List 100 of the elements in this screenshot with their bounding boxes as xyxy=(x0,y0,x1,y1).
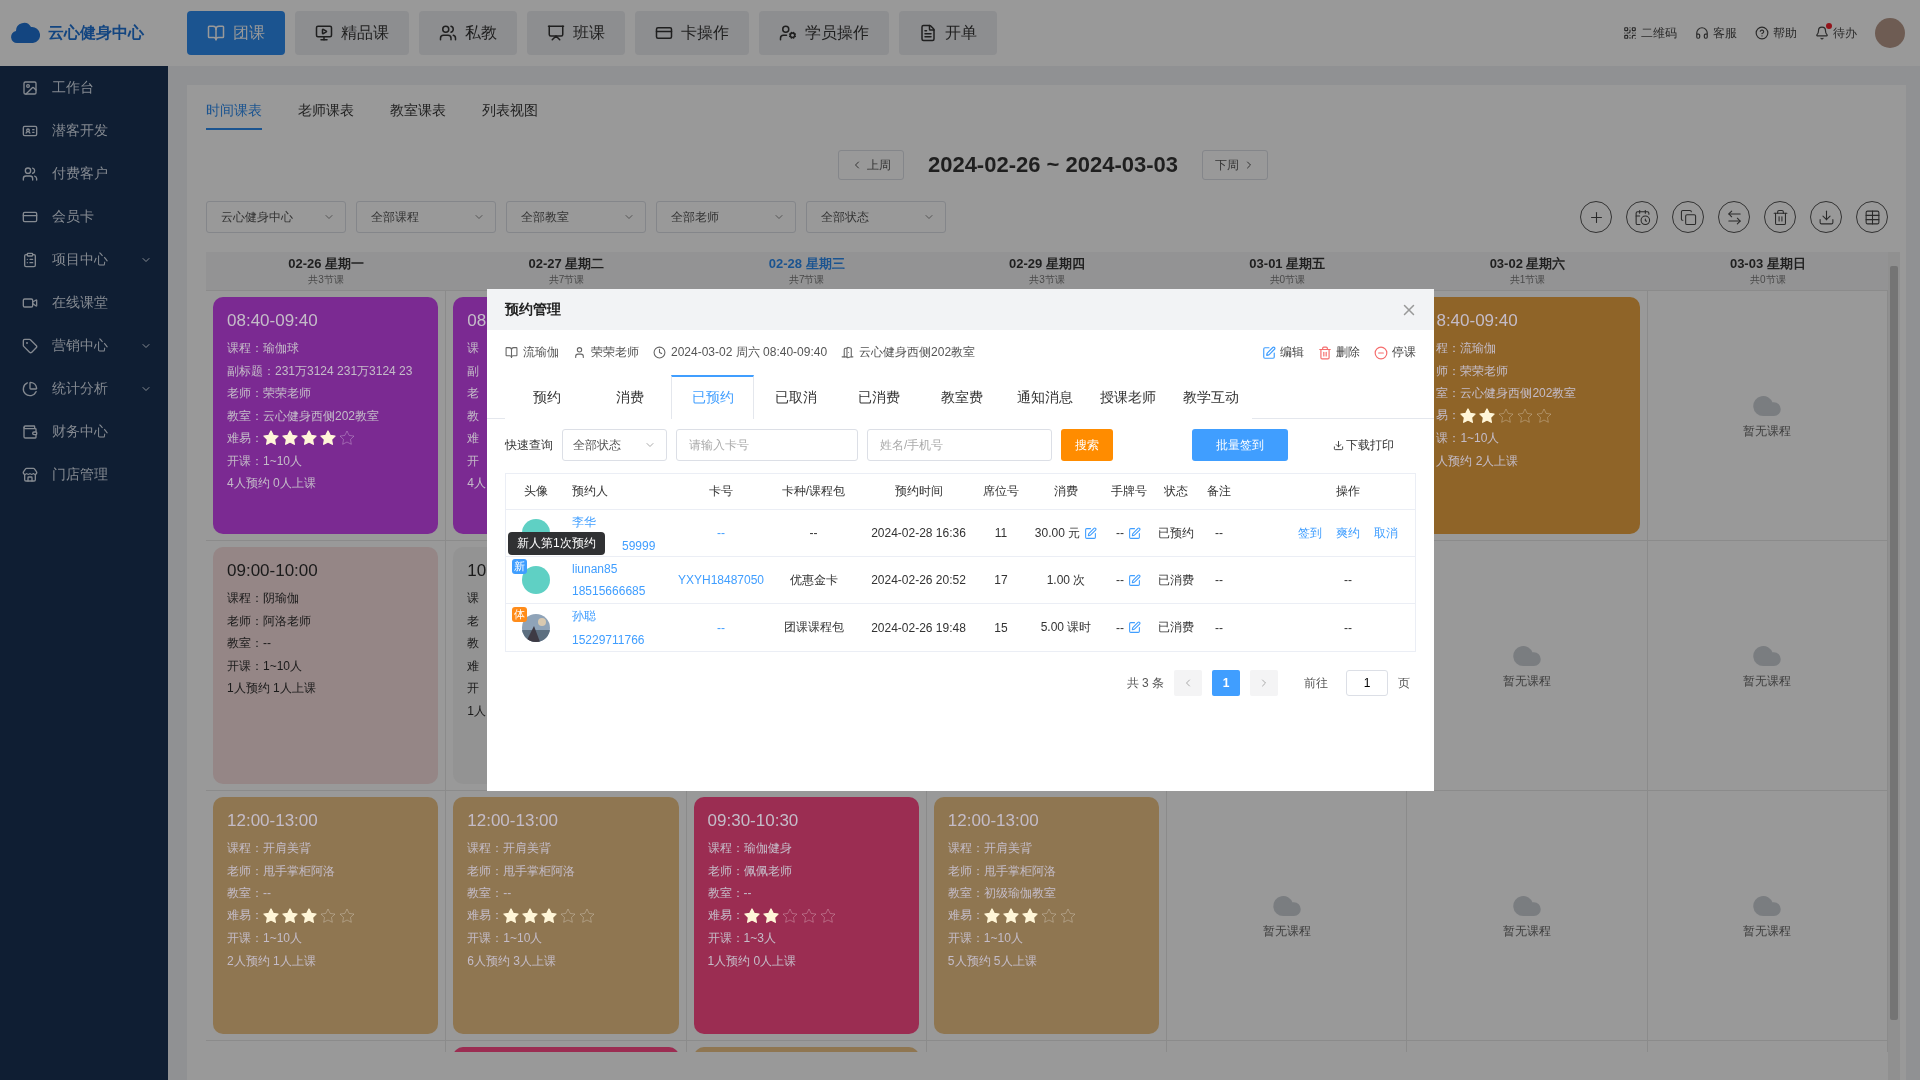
table-header: 席位号 xyxy=(982,483,1020,500)
status-select[interactable]: 全部状态 xyxy=(562,429,667,461)
header-tool-button[interactable]: 帮助 xyxy=(1755,24,1797,42)
table-cell: -- xyxy=(1215,573,1223,587)
member-name[interactable]: 孙聪 xyxy=(572,608,676,625)
view-tab[interactable]: 列表视图 xyxy=(482,102,538,130)
toolbar-button[interactable] xyxy=(1810,201,1842,233)
page-button[interactable]: 1 xyxy=(1212,670,1240,696)
user-avatar[interactable] xyxy=(1875,18,1905,48)
course-time: 08 xyxy=(467,311,487,331)
course-time: 09:30-10:30 xyxy=(707,811,799,831)
course-card[interactable]: 09:00-10:00 课程：阴瑜伽 老师：阿洛老师 教室：-- 开课：1~10人 1人预约 1人上课 xyxy=(213,547,439,784)
course-info: 6人预约 3人上课 xyxy=(467,952,556,970)
toolbar-button[interactable] xyxy=(1580,201,1612,233)
nav-tab[interactable]: 学员操作 xyxy=(759,11,889,55)
sidebar-item[interactable]: 项目中心 xyxy=(0,238,168,281)
filter-select[interactable]: 全部状态 xyxy=(806,201,946,233)
edit-icon[interactable] xyxy=(1128,621,1141,634)
course-card[interactable]: 09:30-10:30 课程：瑜伽健身 老师：佩佩老师 教室：-- 难易： 开课：1~3人 1人预约 0人上课 xyxy=(693,797,919,1034)
row-action-link[interactable]: 爽约 xyxy=(1331,524,1365,542)
star-icon xyxy=(320,907,336,924)
member-name[interactable]: liunan85 xyxy=(572,562,676,576)
star-icon xyxy=(1040,907,1057,924)
nav-tab[interactable]: 精品课 xyxy=(295,11,409,55)
view-tab[interactable]: 时间课表 xyxy=(206,102,262,130)
calendar-icon xyxy=(1633,208,1651,226)
star-icon xyxy=(1002,907,1019,924)
sidebar-item[interactable]: 付费客户 xyxy=(0,152,168,195)
dialog-tab[interactable]: 已预约 xyxy=(671,375,754,419)
week-range: 2024-02-26 ~ 2024-03-03 xyxy=(927,152,1179,178)
edit-icon[interactable] xyxy=(1128,526,1141,540)
table-cell-text: 2024-02-28 16:36 xyxy=(870,526,967,540)
sidebar-item[interactable]: 门店管理 xyxy=(0,453,168,496)
class-info: 2024-03-02 周六 08:40-09:40 xyxy=(653,344,828,361)
view-tab[interactable]: 教室课表 xyxy=(390,102,446,130)
toolbar-button[interactable] xyxy=(1856,201,1888,233)
table-cell: YXYH18487050 xyxy=(676,573,766,587)
table-cell: -- xyxy=(1215,526,1223,540)
filter-select[interactable]: 全部老师 xyxy=(656,201,796,233)
course-info: 2人预约 1人上课 xyxy=(227,952,316,970)
sidebar-item[interactable]: 会员卡 xyxy=(0,195,168,238)
tooltip: 新人第1次预约 xyxy=(508,532,605,555)
delete-icon xyxy=(1318,345,1332,360)
nav-tab[interactable]: 班课 xyxy=(527,11,625,55)
dialog-action-button[interactable]: 编辑 xyxy=(1262,344,1304,361)
filter-select[interactable]: 全部课程 xyxy=(356,201,496,233)
star-icon xyxy=(339,430,355,447)
view-tab[interactable]: 老师课表 xyxy=(298,102,354,130)
sidebar-item[interactable]: 工作台 xyxy=(0,66,168,109)
member-phone[interactable]: 15229711766 xyxy=(572,633,676,647)
nav-tab[interactable]: 团课 xyxy=(187,11,285,55)
table-header: 卡号 xyxy=(708,483,734,500)
sidebar-item[interactable]: 潜客开发 xyxy=(0,109,168,152)
toolbar-button[interactable] xyxy=(1672,201,1704,233)
scrollbar[interactable] xyxy=(1888,252,1900,1080)
download-print-button[interactable]: 下载打印 xyxy=(1327,435,1400,455)
previous-week-button[interactable]: 上周 xyxy=(837,150,904,180)
sidebar-item[interactable]: 营销中心 xyxy=(0,324,168,367)
member-name[interactable]: 李华 xyxy=(572,513,676,531)
next-week-button[interactable]: 下周 xyxy=(1202,150,1269,180)
course-info: 教 xyxy=(467,407,480,425)
name-phone-field[interactable]: 姓名/手机号 xyxy=(867,429,1052,461)
edit-icon xyxy=(1262,345,1276,360)
filter-select[interactable]: 全部教室 xyxy=(506,201,646,233)
toolbar-button[interactable] xyxy=(1626,201,1658,233)
header-tool-button[interactable]: 二维码 xyxy=(1623,24,1677,42)
star-icon xyxy=(743,907,760,924)
nav-tab[interactable]: 私教 xyxy=(419,11,517,55)
sidebar-item[interactable]: 财务中心 xyxy=(0,410,168,453)
dialog-action-button[interactable]: 删除 xyxy=(1318,344,1360,361)
row-action-link[interactable]: 签到 xyxy=(1293,524,1327,542)
header-tool-button[interactable]: 待办 xyxy=(1815,24,1857,42)
star-icon xyxy=(1517,407,1534,424)
toolbar-button[interactable] xyxy=(1718,201,1750,233)
avatar xyxy=(522,566,550,594)
star-icon xyxy=(503,907,520,924)
dialog-title: 预约管理 xyxy=(505,300,561,319)
sidebar-item[interactable]: 统计分析 xyxy=(0,367,168,410)
dialog-action-button[interactable]: 停课 xyxy=(1374,344,1416,361)
star-icon xyxy=(320,430,336,447)
course-info: 开课：1~10人 xyxy=(227,452,303,470)
page-number-field[interactable]: 1 xyxy=(1346,670,1388,696)
course-info: 老 xyxy=(467,385,480,402)
edit-icon[interactable] xyxy=(1128,573,1141,587)
qr-code-icon xyxy=(1623,26,1637,40)
course-card[interactable]: 08:40-09:40 课程：瑜伽球 副标题：231万3124 231万3124 23 老师：荣荣老师 教室：云心健身西侧202教室 难易： 开课：1~10人 4人预约 0人上课 xyxy=(213,297,439,534)
nav-tab[interactable]: 开单 xyxy=(899,11,997,55)
batch-check-in-button[interactable]: 批量签到 xyxy=(1192,429,1288,461)
member-phone[interactable]: 18515666685 xyxy=(572,584,676,598)
row-action-link[interactable]: 取消 xyxy=(1369,524,1403,542)
toolbar-button[interactable] xyxy=(1764,201,1796,233)
sidebar-item[interactable]: 在线课堂 xyxy=(0,281,168,324)
nav-tab[interactable]: 卡操作 xyxy=(635,11,749,55)
card-number-field[interactable]: 请输入卡号 xyxy=(676,429,858,461)
board-icon xyxy=(547,24,565,42)
filter-select[interactable]: 云心健身中心 xyxy=(206,201,346,233)
edit-icon[interactable] xyxy=(1084,526,1098,540)
difficulty-label: 难易： xyxy=(467,907,504,925)
header-tool-button[interactable]: 客服 xyxy=(1695,24,1737,42)
book-icon xyxy=(505,346,518,359)
